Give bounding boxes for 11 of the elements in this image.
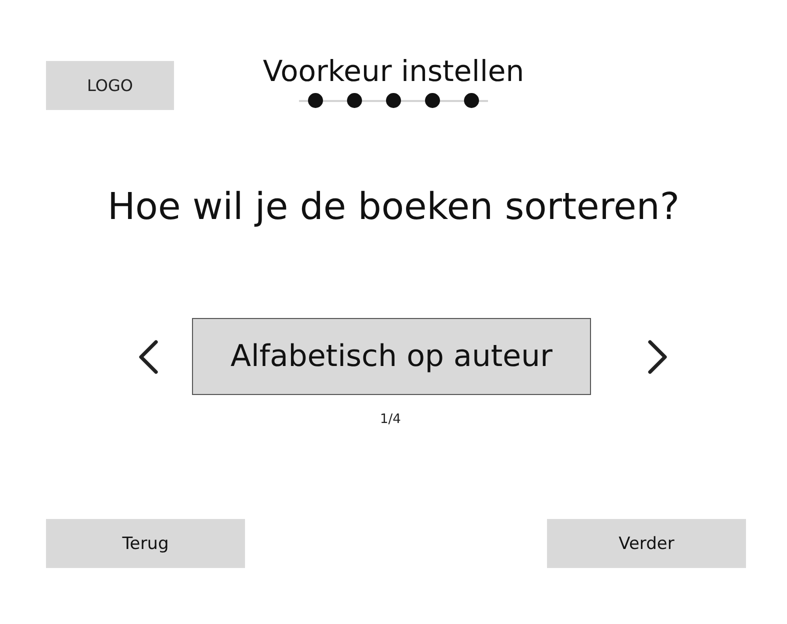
chevron-right-icon [647,340,669,374]
next-button[interactable]: Verder [547,519,746,568]
back-button[interactable]: Terug [46,519,245,568]
page-counter: 1/4 [380,412,401,428]
previous-button[interactable] [137,340,159,374]
sort-option-button[interactable]: Alfabetisch op auteur [192,318,591,395]
next-option-button[interactable] [647,340,669,374]
question-heading: Hoe wil je de boeken sorteren? [107,187,680,227]
page-title: Voorkeur instellen [262,55,524,88]
logo: LOGO [46,61,174,110]
chevron-left-icon [137,340,159,374]
